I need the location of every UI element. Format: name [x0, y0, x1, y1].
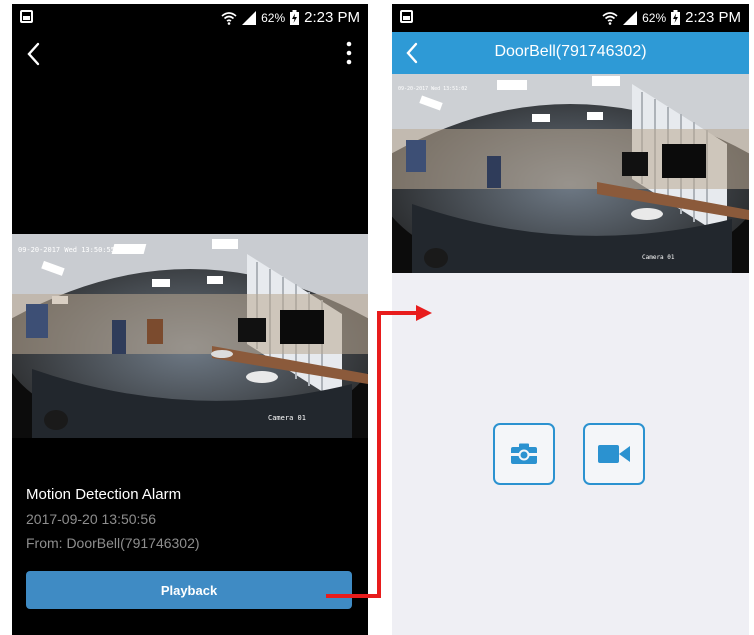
gallery-notification-icon — [400, 10, 413, 23]
status-bar: 62% 2:23 PM — [392, 4, 749, 32]
battery-percent: 62% — [642, 10, 667, 25]
osd-camera-label: Camera 01 — [642, 254, 675, 261]
alarm-datetime: 2017-09-20 13:50:56 — [26, 511, 156, 527]
status-bar: 62% 2:23 PM — [12, 4, 368, 32]
snapshot-button[interactable] — [493, 423, 555, 485]
record-video-button[interactable] — [583, 423, 645, 485]
alarm-source: From: DoorBell(791746302) — [26, 535, 200, 551]
device-title: DoorBell(791746302) — [494, 43, 647, 60]
alarm-info: Motion Detection Alarm 2017-09-20 13:50:… — [26, 486, 200, 559]
app-header: DoorBell(791746302) — [392, 32, 749, 74]
battery-percent: 62% — [261, 10, 286, 25]
battery-charging-icon — [671, 10, 681, 25]
osd-timestamp: 09-20-2017 Wed 13:50:55 — [18, 246, 115, 254]
alarm-snapshot-image[interactable]: 09-20-2017 Wed 13:50:55 Camera 01 — [12, 234, 368, 438]
live-view-screen: 62% 2:23 PM DoorBell(791746302) 09-20-20… — [392, 4, 749, 635]
camera-snapshot-icon — [510, 443, 538, 464]
battery-charging-icon — [290, 10, 300, 25]
live-video-view[interactable]: 09-20-2017 Wed 13:51:02 Camera 01 — [392, 74, 749, 273]
video-record-icon — [598, 445, 630, 463]
wifi-icon — [221, 11, 237, 25]
back-chevron-icon[interactable] — [20, 38, 48, 70]
clock-time: 2:23 PM — [304, 9, 360, 26]
signal-icon — [623, 10, 638, 25]
wifi-icon — [602, 11, 618, 25]
overflow-menu-icon[interactable] — [344, 40, 354, 68]
alarm-title: Motion Detection Alarm — [26, 486, 182, 503]
signal-icon — [242, 10, 257, 25]
osd-camera-label: Camera 01 — [268, 414, 306, 422]
gallery-notification-icon — [20, 10, 33, 23]
osd-timestamp: 09-20-2017 Wed 13:51:02 — [398, 86, 468, 92]
alarm-detail-screen: 62% 2:23 PM 09-20-2017 Wed 13:50:55 Came… — [12, 4, 368, 635]
clock-time: 2:23 PM — [685, 9, 741, 26]
playback-button[interactable]: Playback — [26, 571, 352, 609]
